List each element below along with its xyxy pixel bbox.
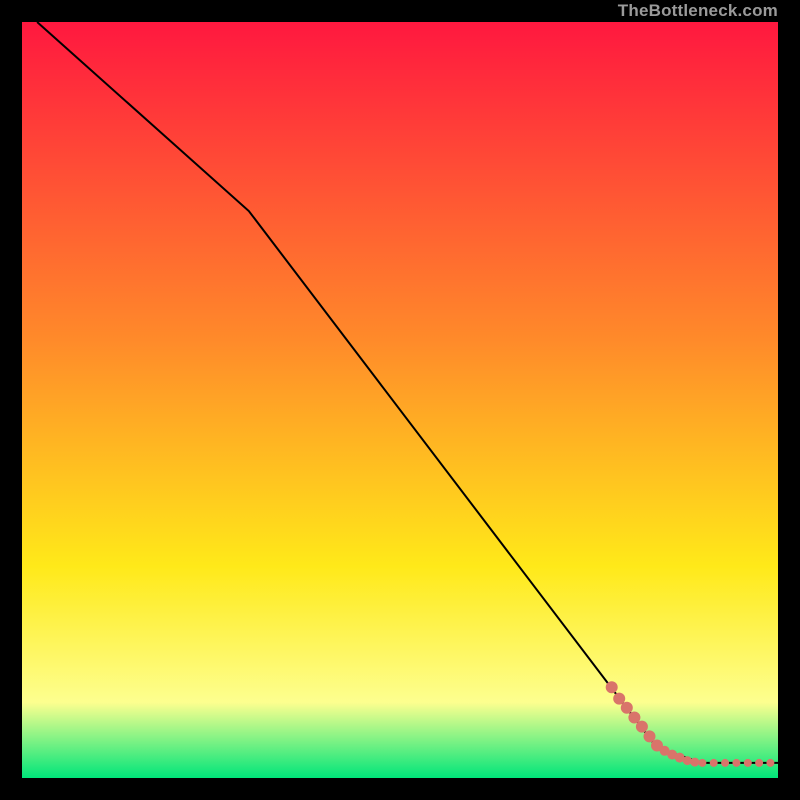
data-marker <box>606 681 618 693</box>
watermark-text: TheBottleneck.com <box>618 0 778 22</box>
data-marker <box>690 758 699 767</box>
plot-area <box>22 22 778 778</box>
frame-border-bottom <box>0 778 800 800</box>
data-marker <box>683 756 692 765</box>
data-marker <box>698 759 706 767</box>
data-marker <box>721 759 729 767</box>
data-marker <box>732 759 740 767</box>
data-marker <box>766 759 774 767</box>
data-marker <box>744 759 752 767</box>
gradient-background <box>22 22 778 778</box>
plot-svg <box>22 22 778 778</box>
frame-border-right <box>778 0 800 800</box>
chart-frame: TheBottleneck.com <box>0 0 800 800</box>
data-marker <box>621 702 633 714</box>
frame-border-left <box>0 0 22 800</box>
data-marker <box>710 759 718 767</box>
data-marker <box>755 759 763 767</box>
data-marker <box>636 721 648 733</box>
